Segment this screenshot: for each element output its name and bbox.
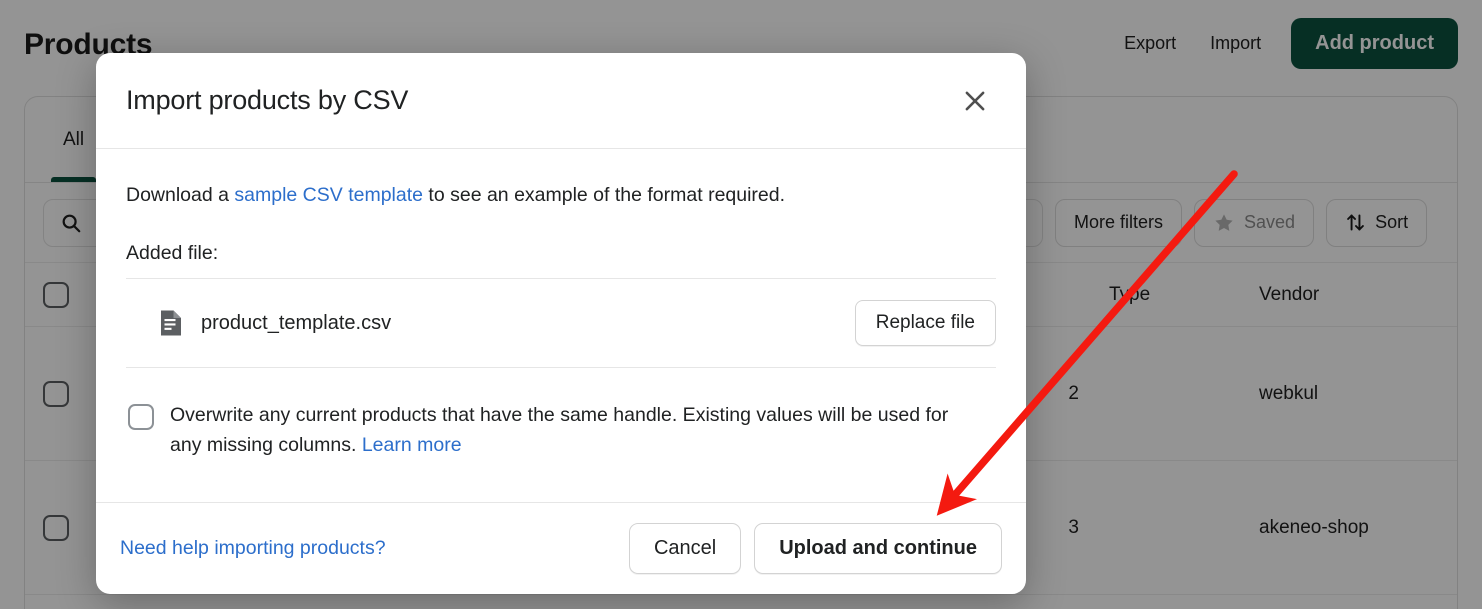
modal-footer: Need help importing products? Cancel Upl… bbox=[96, 502, 1026, 594]
overwrite-row: Overwrite any current products that have… bbox=[126, 400, 996, 460]
import-products-modal: Import products by CSV Download a sample… bbox=[96, 53, 1026, 594]
overwrite-description: Overwrite any current products that have… bbox=[170, 404, 949, 457]
learn-more-link[interactable]: Learn more bbox=[362, 434, 462, 456]
modal-header: Import products by CSV bbox=[96, 53, 1026, 149]
close-button[interactable] bbox=[954, 80, 996, 122]
overwrite-text: Overwrite any current products that have… bbox=[170, 400, 970, 460]
need-help-link[interactable]: Need help importing products? bbox=[120, 537, 386, 560]
intro-line: Download a sample CSV template to see an… bbox=[126, 181, 996, 209]
file-block: product_template.csv Replace file bbox=[126, 278, 996, 369]
screen: Products Export Import Add product All M… bbox=[0, 0, 1482, 609]
upload-and-continue-button[interactable]: Upload and continue bbox=[754, 523, 1002, 574]
added-file-label: Added file: bbox=[126, 242, 219, 265]
close-icon bbox=[960, 86, 990, 116]
overwrite-checkbox[interactable] bbox=[128, 404, 154, 431]
footer-buttons: Cancel Upload and continue bbox=[628, 523, 1002, 574]
intro-before: Download a bbox=[126, 184, 235, 206]
sample-csv-template-link[interactable]: sample CSV template bbox=[234, 184, 423, 206]
file-name: product_template.csv bbox=[201, 311, 392, 334]
replace-file-button[interactable]: Replace file bbox=[854, 300, 996, 347]
modal-title: Import products by CSV bbox=[126, 85, 409, 115]
intro-after: to see an example of the format required… bbox=[423, 184, 786, 206]
modal-body: Download a sample CSV template to see an… bbox=[96, 149, 1026, 502]
cancel-button[interactable]: Cancel bbox=[628, 523, 742, 574]
file-row: product_template.csv Replace file bbox=[126, 279, 996, 367]
file-icon bbox=[159, 309, 183, 337]
